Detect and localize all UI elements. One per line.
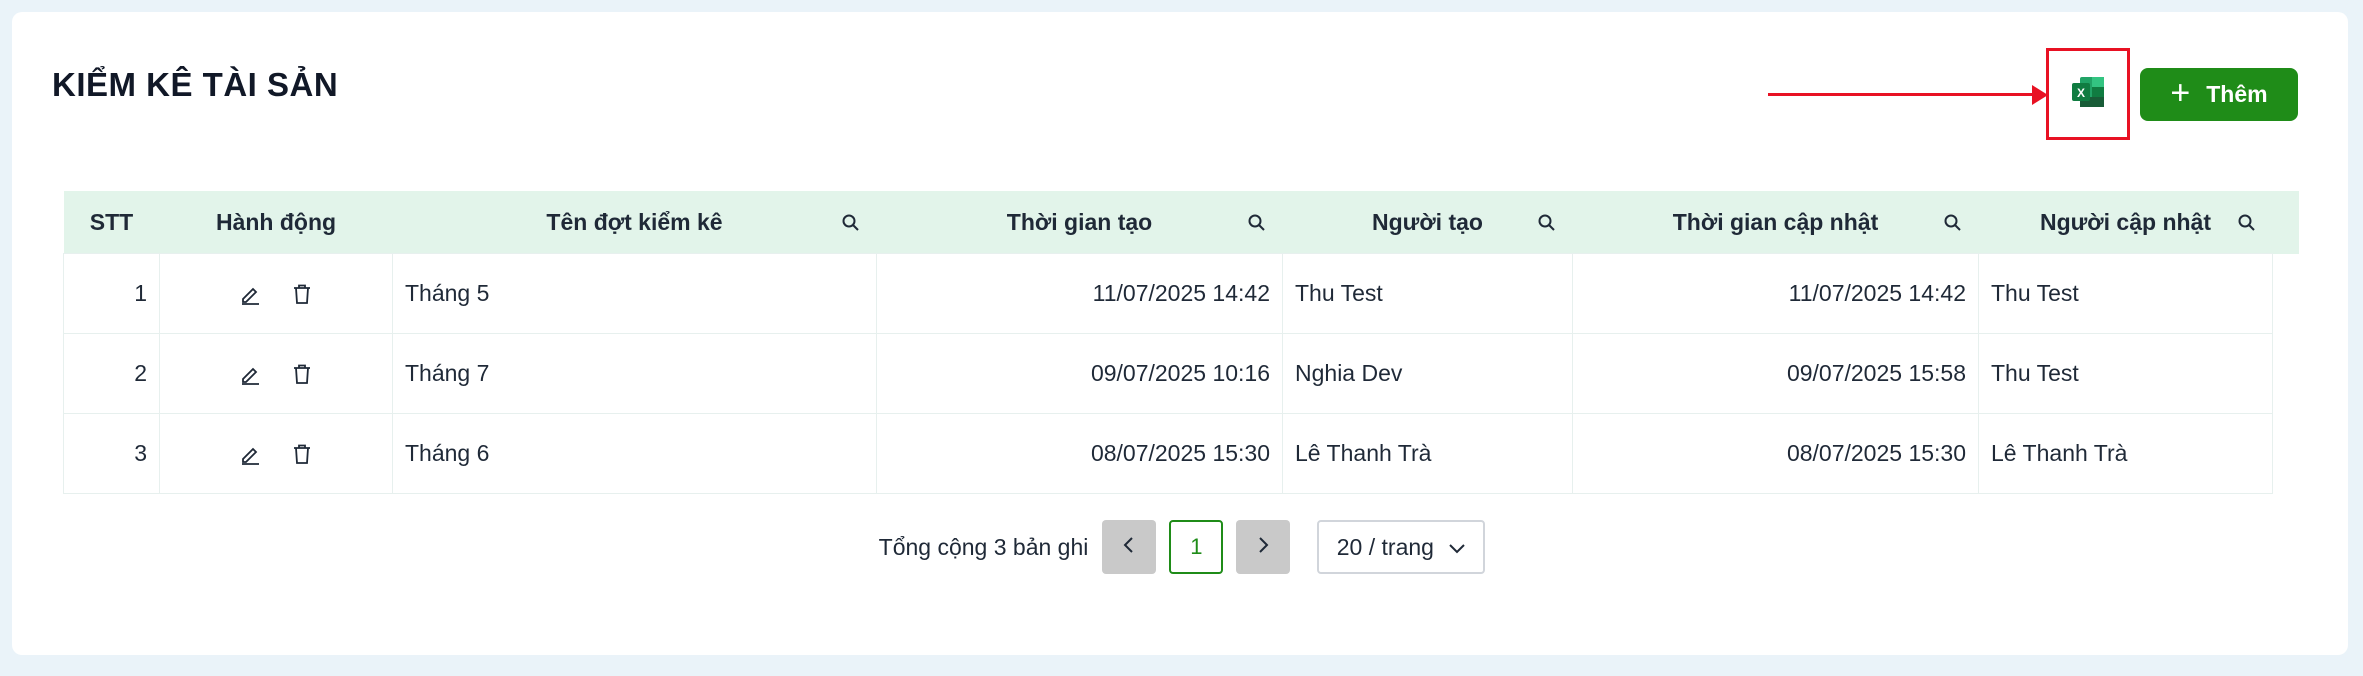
plus-icon: + [2170, 73, 2191, 112]
export-excel-button[interactable]: X [2060, 72, 2116, 116]
chevron-down-icon [1448, 534, 1466, 561]
cell-updated-by: Lê Thanh Trà [1978, 413, 2273, 494]
annotation-arrow-line [1768, 93, 2038, 96]
header-created-at: Thời gian tạo [876, 191, 1283, 254]
next-page-button[interactable] [1236, 520, 1291, 574]
search-icon[interactable] [841, 212, 861, 232]
cell-name: Tháng 6 [392, 413, 877, 494]
asset-inventory-table: STT Hành động Tên đợt kiểm kê Thời gian … [63, 191, 2300, 494]
table-header-row: STT Hành động Tên đợt kiểm kê Thời gian … [63, 191, 2300, 254]
page-number-button[interactable]: 1 [1169, 520, 1224, 574]
page-title: KIỂM KÊ TÀI SẢN [52, 66, 339, 103]
chevron-right-icon [1255, 535, 1271, 560]
add-button-label: Thêm [2206, 81, 2268, 107]
prev-page-button[interactable] [1102, 520, 1157, 574]
cell-updated-by: Thu Test [1978, 333, 2273, 414]
cell-stt: 2 [63, 333, 160, 414]
cell-name: Tháng 5 [392, 253, 877, 334]
edit-icon[interactable] [239, 363, 261, 385]
cell-created-at: 09/07/2025 10:16 [876, 333, 1283, 414]
table-row: 3 Tháng 6 08/07/2025 15:30 Lê Thanh Trà … [63, 413, 2300, 494]
header-stt: STT [63, 191, 160, 254]
cell-created-at: 08/07/2025 15:30 [876, 413, 1283, 494]
search-icon[interactable] [1943, 212, 1963, 232]
table-row: 1 Tháng 5 11/07/2025 14:42 Thu Test 11/0… [63, 253, 2300, 334]
cell-updated-by: Thu Test [1978, 253, 2273, 334]
cell-stt: 3 [63, 413, 160, 494]
row-gutter [2272, 413, 2300, 494]
edit-icon[interactable] [239, 443, 261, 465]
search-icon[interactable] [2237, 212, 2257, 232]
row-gutter [2272, 333, 2300, 414]
cell-actions [159, 253, 393, 334]
cell-updated-at: 11/07/2025 14:42 [1572, 253, 1979, 334]
total-records-text: Tổng cộng 3 bản ghi [878, 533, 1089, 560]
trash-icon[interactable] [291, 443, 313, 465]
page-size-value: 20 / trang [1336, 533, 1434, 560]
header-created-by: Người tạo [1282, 191, 1573, 254]
cell-created-by: Lê Thanh Trà [1282, 413, 1573, 494]
header-updated-at: Thời gian cập nhật [1572, 191, 1979, 254]
cell-actions [159, 333, 393, 414]
header-name: Tên đợt kiểm kê [392, 191, 877, 254]
cell-stt: 1 [63, 253, 160, 334]
header-updated-by: Người cập nhật [1978, 191, 2273, 254]
excel-icon: X [2071, 76, 2105, 113]
search-icon[interactable] [1247, 212, 1267, 232]
header-scroll-gutter [2272, 191, 2300, 254]
cell-created-by: Nghia Dev [1282, 333, 1573, 414]
add-button[interactable]: + Thêm [2140, 68, 2298, 121]
cell-actions [159, 413, 393, 494]
row-gutter [2272, 253, 2300, 334]
table-row: 2 Tháng 7 09/07/2025 10:16 Nghia Dev 09/… [63, 333, 2300, 414]
pagination: Tổng cộng 3 bản ghi 1 20 / trang [0, 520, 2363, 574]
edit-icon[interactable] [239, 283, 261, 305]
trash-icon[interactable] [291, 283, 313, 305]
cell-created-at: 11/07/2025 14:42 [876, 253, 1283, 334]
cell-name: Tháng 7 [392, 333, 877, 414]
search-icon[interactable] [1537, 212, 1557, 232]
chevron-left-icon [1121, 535, 1137, 560]
cell-updated-at: 08/07/2025 15:30 [1572, 413, 1979, 494]
cell-updated-at: 09/07/2025 15:58 [1572, 333, 1979, 414]
svg-text:X: X [2077, 86, 2085, 100]
page-size-select[interactable]: 20 / trang [1317, 520, 1486, 574]
trash-icon[interactable] [291, 363, 313, 385]
header-actions: Hành động [159, 191, 393, 254]
cell-created-by: Thu Test [1282, 253, 1573, 334]
